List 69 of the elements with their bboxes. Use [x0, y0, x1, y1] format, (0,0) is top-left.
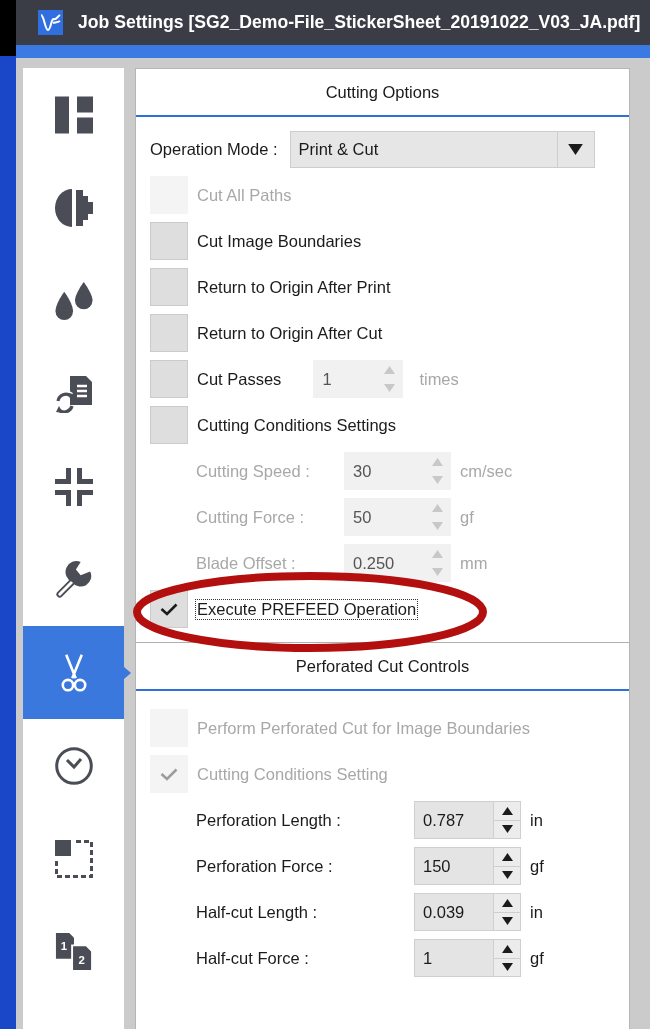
- field-label: Half-cut Force :: [196, 948, 310, 968]
- dashed-selection-icon: [54, 839, 93, 878]
- window-title: Job Settings [SG2_Demo-File_StickerSheet_20191022_V03_JA.pdf]: [78, 12, 641, 33]
- document-refresh-icon: [54, 374, 93, 413]
- down-arrow-icon: [501, 871, 513, 880]
- down-arrow-icon: [431, 522, 443, 531]
- checkbox-label[interactable]: Execute PREFEED Operation: [195, 598, 419, 620]
- down-arrow-icon: [501, 963, 513, 972]
- field-label: Perforation Force :: [196, 856, 334, 876]
- checkmark-icon: [160, 602, 178, 616]
- checkbox-label[interactable]: Return to Origin After Cut: [195, 322, 385, 344]
- clock-icon: [54, 746, 93, 785]
- unit-label: mm: [460, 553, 488, 573]
- checkbox[interactable]: [150, 314, 188, 352]
- layout-icon: [54, 95, 93, 134]
- spin-up-button[interactable]: [494, 802, 520, 820]
- wrench-icon: [54, 560, 93, 599]
- up-arrow-icon: [501, 806, 513, 815]
- unit-label: times: [419, 369, 459, 389]
- operation-mode-label: Operation Mode :: [150, 140, 278, 159]
- operation-mode-dropdown[interactable]: Print & Cut: [289, 131, 595, 168]
- up-arrow-icon: [383, 365, 395, 374]
- down-arrow-icon: [431, 568, 443, 577]
- unit-label: in: [530, 902, 543, 922]
- checkbox[interactable]: [150, 222, 188, 260]
- up-arrow-icon: [431, 549, 443, 558]
- field-label: Half-cut Length :: [196, 902, 319, 922]
- down-arrow-icon: [383, 384, 395, 393]
- spin-up-button[interactable]: [494, 848, 520, 866]
- up-arrow-icon: [501, 944, 513, 953]
- app-logo-icon: [38, 10, 63, 35]
- checkmark-icon: [160, 767, 178, 781]
- field-label: Cutting Force :: [196, 507, 306, 527]
- spin-up-button[interactable]: [494, 940, 520, 958]
- checkbox[interactable]: [150, 360, 188, 398]
- caret-down-icon: [568, 144, 583, 155]
- down-arrow-icon: [501, 825, 513, 834]
- section-title: Perforated Cut Controls: [136, 643, 629, 691]
- number-field[interactable]: 0.787: [414, 801, 521, 839]
- spin-up-button[interactable]: [494, 894, 520, 912]
- up-arrow-icon: [431, 503, 443, 512]
- checkbox-label[interactable]: Cut Image Boundaries: [195, 230, 364, 252]
- checkbox-label[interactable]: Cutting Conditions Settings: [195, 414, 399, 436]
- tab-pointer-icon: [124, 667, 131, 679]
- shrink-icon: [54, 467, 93, 506]
- checkbox-label[interactable]: Return to Origin After Print: [195, 276, 393, 298]
- down-arrow-icon: [501, 917, 513, 926]
- number-field[interactable]: 0.039: [414, 893, 521, 931]
- number-field[interactable]: 1: [414, 939, 521, 977]
- up-arrow-icon: [501, 852, 513, 861]
- unit-label: gf: [530, 948, 544, 968]
- checkbox[interactable]: [150, 406, 188, 444]
- checkbox[interactable]: [150, 268, 188, 306]
- field-label: Perforation Length :: [196, 810, 342, 830]
- unit-label: in: [530, 810, 543, 830]
- number-field[interactable]: 150: [414, 847, 521, 885]
- section-title: Cutting Options: [136, 69, 629, 117]
- unit-label: gf: [460, 507, 474, 527]
- unit-label: cm/sec: [460, 461, 513, 481]
- sidebar-tab[interactable]: [23, 626, 124, 719]
- up-arrow-icon: [501, 898, 513, 907]
- down-arrow-icon: [431, 476, 443, 485]
- field-label: Cutting Speed :: [196, 461, 311, 481]
- unit-label: gf: [530, 856, 544, 876]
- field-label: Blade Offset :: [196, 553, 297, 573]
- drops-icon: [54, 281, 93, 320]
- checkbox-label[interactable]: Cut Passes: [195, 368, 284, 390]
- half-gear-icon: [54, 188, 93, 227]
- up-arrow-icon: [431, 457, 443, 466]
